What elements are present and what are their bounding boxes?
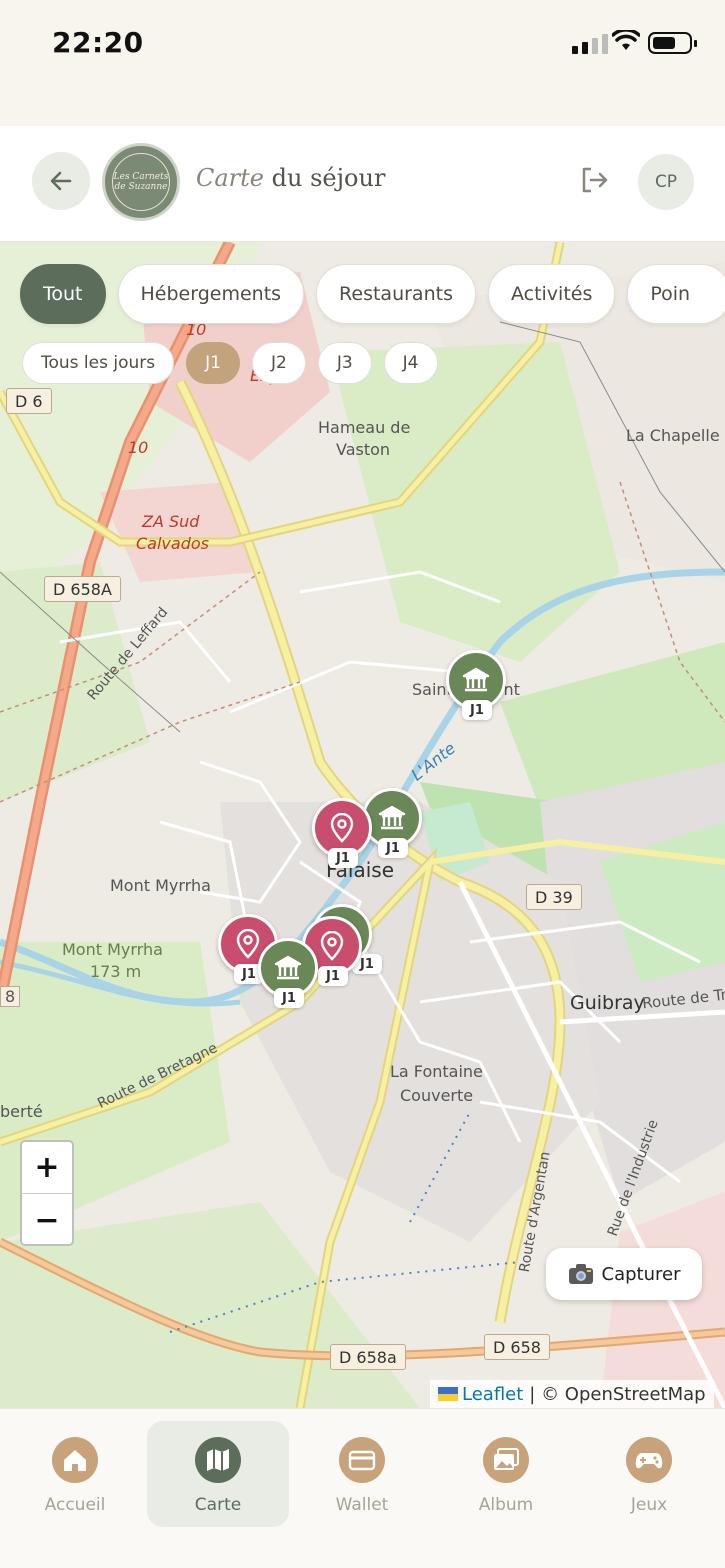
- location-pin-icon: [320, 931, 344, 961]
- cellular-signal-icon: [572, 34, 608, 54]
- map-label-couverte: Couverte: [400, 1086, 474, 1105]
- day-chip-j3[interactable]: J3: [317, 342, 372, 384]
- road-tag-d658a-south: D 658a: [330, 1344, 406, 1370]
- day-chip-j1[interactable]: J1: [186, 342, 240, 384]
- map-marker-place[interactable]: J1: [312, 798, 372, 874]
- capture-button[interactable]: Capturer: [546, 1248, 702, 1300]
- brand-logo: Les Carnets de Suzanne: [102, 143, 180, 221]
- status-bar: 22:20: [0, 0, 725, 126]
- map-label-chapelle: La Chapelle: [626, 426, 720, 445]
- battery-icon: [648, 32, 697, 54]
- road-tag-d658: D 658: [484, 1334, 550, 1360]
- marker-day-tag: J1: [274, 988, 304, 1008]
- page-title: Carte du séjour: [196, 164, 385, 192]
- arrow-left-icon: [50, 171, 72, 191]
- photos-icon: [483, 1437, 529, 1483]
- map-label-vaston: Vaston: [336, 440, 391, 459]
- map-label-hameau: Hameau de: [318, 418, 411, 437]
- map-label-berte: berté: [0, 1102, 43, 1121]
- tab-album[interactable]: Album: [435, 1421, 577, 1527]
- filter-chip-activites[interactable]: Activités: [487, 264, 616, 324]
- zoom-control: + −: [20, 1140, 74, 1246]
- marker-day-tag: J1: [378, 838, 408, 858]
- card-icon: [339, 1437, 385, 1483]
- back-button[interactable]: [32, 152, 90, 210]
- ukraine-flag-icon: [438, 1387, 458, 1401]
- location-pin-icon: [330, 813, 354, 843]
- map-label-za-sud: ZA Sud: [142, 512, 200, 531]
- road-tag-d6: D 6: [6, 388, 52, 414]
- title-rest: du séjour: [264, 164, 386, 192]
- home-icon: [52, 1437, 98, 1483]
- map-icon: [195, 1437, 241, 1483]
- user-avatar[interactable]: CP: [638, 154, 694, 210]
- map-attribution: Leaflet | © OpenStreetMap: [430, 1380, 714, 1408]
- museum-icon: [462, 667, 490, 692]
- filter-chip-tout[interactable]: Tout: [20, 264, 106, 324]
- leaflet-link[interactable]: Leaflet: [462, 1384, 523, 1405]
- museum-icon: [378, 805, 406, 830]
- day-filter-bar: Tous les jours J1 J2 J3 J4: [22, 342, 438, 384]
- map-marker-museum[interactable]: J1: [446, 650, 506, 726]
- tab-accueil[interactable]: Accueil: [4, 1421, 146, 1527]
- logout-icon[interactable]: [578, 164, 610, 196]
- title-italic: Carte: [196, 164, 264, 192]
- tab-carte[interactable]: Carte: [147, 1421, 289, 1527]
- filter-chip-hebergements[interactable]: Hébergements: [117, 264, 305, 324]
- gamepad-icon: [626, 1437, 672, 1483]
- road-tag-d39: D 39: [526, 884, 582, 910]
- tab-label: Album: [478, 1495, 534, 1515]
- map-marker-museum[interactable]: J1: [258, 938, 318, 1014]
- map-label-mont-myrrha-peak: Mont Myrrha: [62, 940, 163, 959]
- map-label-mont-myrrha: Mont Myrrha: [110, 876, 211, 895]
- camera-icon: [568, 1264, 593, 1284]
- status-time: 22:20: [52, 26, 144, 59]
- marker-day-tag: J1: [318, 966, 348, 986]
- filter-chip-restaurants[interactable]: Restaurants: [316, 264, 476, 324]
- map-view[interactable]: Hameau de Vaston La Chapelle Exp ZA Sud …: [0, 242, 725, 1408]
- map-label-la-fontaine: La Fontaine: [390, 1062, 483, 1081]
- zoom-out-button[interactable]: −: [22, 1194, 72, 1244]
- tab-wallet[interactable]: Wallet: [291, 1421, 433, 1527]
- logo-text: Les Carnets de Suzanne: [113, 172, 169, 192]
- road-tag-d658a: D 658A: [44, 576, 121, 602]
- tab-label: Wallet: [335, 1495, 389, 1515]
- tab-label: Accueil: [44, 1495, 106, 1515]
- map-label-altitude: 173 m: [90, 962, 142, 981]
- filter-chip-points[interactable]: Poin: [627, 264, 725, 324]
- zoom-in-button[interactable]: +: [22, 1142, 72, 1194]
- day-chip-all[interactable]: Tous les jours: [22, 342, 175, 384]
- museum-icon: [274, 955, 302, 980]
- category-filter-bar: Tout Hébergements Restaurants Activités …: [20, 264, 725, 324]
- app-header: Les Carnets de Suzanne Carte du séjour C…: [0, 126, 725, 242]
- wifi-icon: [612, 30, 640, 50]
- osm-attribution[interactable]: | © OpenStreetMap: [529, 1384, 705, 1405]
- tab-label: Jeux: [630, 1495, 668, 1515]
- day-chip-j4[interactable]: J4: [383, 342, 438, 384]
- map-label-road-10b: 10: [128, 438, 149, 457]
- marker-day-tag: J1: [328, 848, 358, 868]
- map-label-guibray: Guibray: [570, 992, 645, 1014]
- map-label-road-8: 8: [0, 986, 21, 1007]
- day-chip-j2[interactable]: J2: [251, 342, 306, 384]
- map-label-calvados: Calvados: [136, 534, 209, 553]
- tab-label: Carte: [194, 1495, 242, 1515]
- marker-day-tag: J1: [462, 700, 492, 720]
- bottom-tab-bar: Accueil Carte Wallet Album Jeux: [0, 1408, 725, 1568]
- capture-label: Capturer: [601, 1263, 681, 1285]
- tab-jeux[interactable]: Jeux: [578, 1421, 720, 1527]
